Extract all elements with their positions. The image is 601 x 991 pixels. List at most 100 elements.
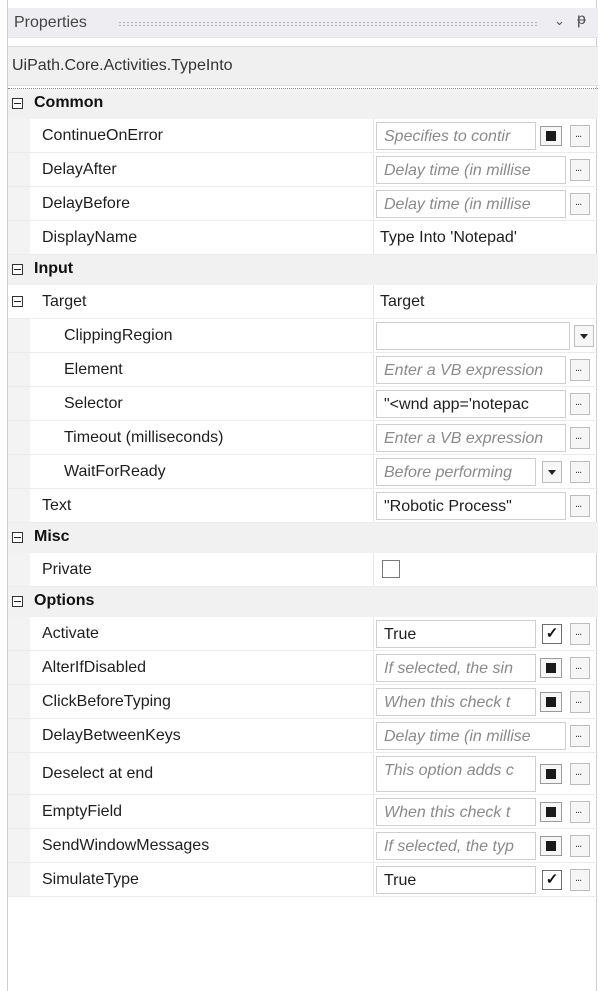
property-value-cell: True ✓: [373, 617, 598, 650]
row-gutter: [8, 651, 30, 684]
expression-editor-button[interactable]: [570, 725, 590, 747]
row-gutter: [8, 421, 30, 454]
expression-editor-button[interactable]: [570, 835, 590, 857]
category-common[interactable]: Common: [8, 89, 598, 119]
expression-editor-button[interactable]: [570, 193, 590, 215]
timeout-input[interactable]: Enter a VB expression: [376, 424, 566, 452]
property-name: Target: [42, 293, 87, 310]
send-window-messages-input[interactable]: If selected, the typ: [376, 832, 536, 860]
property-row-send-window-messages: SendWindowMessages If selected, the typ: [8, 829, 598, 863]
property-row-continue-on-error: ContinueOnError Specifies to contir: [8, 119, 598, 153]
target-value: Target: [380, 293, 425, 310]
category-input[interactable]: Input: [8, 255, 598, 285]
collapse-icon[interactable]: [12, 264, 23, 275]
clipping-region-input[interactable]: [376, 322, 570, 350]
property-row-wait-for-ready: WaitForReady Before performing: [8, 455, 598, 489]
simulate-type-checkbox[interactable]: ✓: [542, 870, 562, 890]
activity-type-name: UiPath.Core.Activities.TypeInto: [12, 57, 233, 74]
property-row-click-before-typing: ClickBeforeTyping When this check t: [8, 685, 598, 719]
indeterminate-checkbox[interactable]: [540, 802, 562, 822]
placeholder-text: Enter a VB expression: [384, 430, 544, 447]
expression-editor-button[interactable]: [570, 461, 590, 483]
delay-between-keys-input[interactable]: Delay time (in millise: [376, 722, 566, 750]
property-row-delay-after: DelayAfter Delay time (in millise: [8, 153, 598, 187]
delay-before-input[interactable]: Delay time (in millise: [376, 190, 566, 218]
property-value-cell: When this check t: [373, 795, 598, 828]
indeterminate-mark: [546, 807, 556, 817]
value-text: True: [384, 626, 417, 643]
expression-editor-button[interactable]: [570, 623, 590, 645]
drag-grip[interactable]: [118, 21, 538, 26]
panel-title-bar[interactable]: Properties ⌄ ᵽ: [8, 8, 598, 38]
indeterminate-checkbox[interactable]: [540, 836, 562, 856]
delay-after-input[interactable]: Delay time (in millise: [376, 156, 566, 184]
property-value-cell: "<wnd app='notepac: [373, 387, 598, 420]
expression-editor-button[interactable]: [570, 159, 590, 181]
wait-for-ready-input[interactable]: Before performing: [376, 458, 536, 486]
continue-on-error-input[interactable]: Specifies to contir: [376, 122, 536, 150]
property-value-cell: If selected, the sin: [373, 651, 598, 684]
property-row-target: Target Target: [8, 285, 598, 319]
row-gutter: [8, 617, 30, 650]
property-value-cell: If selected, the typ: [373, 829, 598, 862]
dropdown-arrow-icon[interactable]: [574, 325, 594, 347]
empty-field-input[interactable]: When this check t: [376, 798, 536, 826]
property-row-deselect-at-end: Deselect at end This option adds c: [8, 753, 598, 795]
property-row-element: Element Enter a VB expression: [8, 353, 598, 387]
property-name: Activate: [42, 625, 99, 642]
property-row-activate: Activate True ✓: [8, 617, 598, 651]
property-row-alter-if-disabled: AlterIfDisabled If selected, the sin: [8, 651, 598, 685]
activate-checkbox[interactable]: ✓: [542, 624, 562, 644]
dropdown-arrow-icon[interactable]: [542, 461, 562, 483]
placeholder-text: This option adds c: [384, 762, 514, 779]
deselect-at-end-input[interactable]: This option adds c: [376, 756, 536, 792]
activate-input[interactable]: True: [376, 620, 536, 648]
row-gutter: [8, 319, 30, 352]
row-gutter: [8, 353, 30, 386]
indeterminate-checkbox[interactable]: [540, 764, 562, 784]
property-row-timeout: Timeout (milliseconds) Enter a VB expres…: [8, 421, 598, 455]
indeterminate-checkbox[interactable]: [540, 126, 562, 146]
expression-editor-button[interactable]: [570, 125, 590, 147]
value-text: "<wnd app='notepac: [384, 396, 529, 413]
property-grid: Common ContinueOnError Specifies to cont…: [8, 88, 598, 897]
property-name: SimulateType: [42, 871, 139, 888]
property-name: Timeout (milliseconds): [64, 429, 224, 446]
chevron-down-icon[interactable]: ⌄: [554, 13, 565, 29]
expression-editor-button[interactable]: [570, 801, 590, 823]
property-name: Element: [64, 361, 123, 378]
display-name-value[interactable]: Type Into 'Notepad': [380, 229, 517, 247]
property-value-cell: "Robotic Process": [373, 489, 598, 522]
category-misc[interactable]: Misc: [8, 523, 598, 553]
expression-editor-button[interactable]: [570, 869, 590, 891]
alter-if-disabled-input[interactable]: If selected, the sin: [376, 654, 536, 682]
category-options[interactable]: Options: [8, 587, 598, 617]
pin-icon[interactable]: ᵽ: [577, 11, 586, 29]
expression-editor-button[interactable]: [570, 359, 590, 381]
property-name: ContinueOnError: [42, 127, 163, 144]
collapse-icon[interactable]: [12, 596, 23, 607]
expression-editor-button[interactable]: [570, 657, 590, 679]
row-gutter: [8, 685, 30, 718]
expression-editor-button[interactable]: [570, 763, 590, 785]
collapse-icon[interactable]: [12, 98, 23, 109]
property-value-cell: Enter a VB expression: [373, 353, 598, 386]
collapse-icon[interactable]: [12, 296, 23, 307]
category-label: Input: [34, 260, 74, 277]
indeterminate-checkbox[interactable]: [540, 658, 562, 678]
selector-input[interactable]: "<wnd app='notepac: [376, 390, 566, 418]
text-input[interactable]: "Robotic Process": [376, 492, 566, 520]
private-checkbox[interactable]: [382, 560, 400, 578]
expression-editor-button[interactable]: [570, 691, 590, 713]
click-before-typing-input[interactable]: When this check t: [376, 688, 536, 716]
value-text: True: [384, 872, 417, 889]
property-name: Text: [42, 497, 72, 514]
expression-editor-button[interactable]: [570, 495, 590, 517]
indeterminate-checkbox[interactable]: [540, 692, 562, 712]
element-input[interactable]: Enter a VB expression: [376, 356, 566, 384]
collapse-icon[interactable]: [12, 532, 23, 543]
simulate-type-input[interactable]: True: [376, 866, 536, 894]
expression-editor-button[interactable]: [570, 427, 590, 449]
expression-editor-button[interactable]: [570, 393, 590, 415]
property-value-cell[interactable]: Type Into 'Notepad': [373, 221, 598, 254]
